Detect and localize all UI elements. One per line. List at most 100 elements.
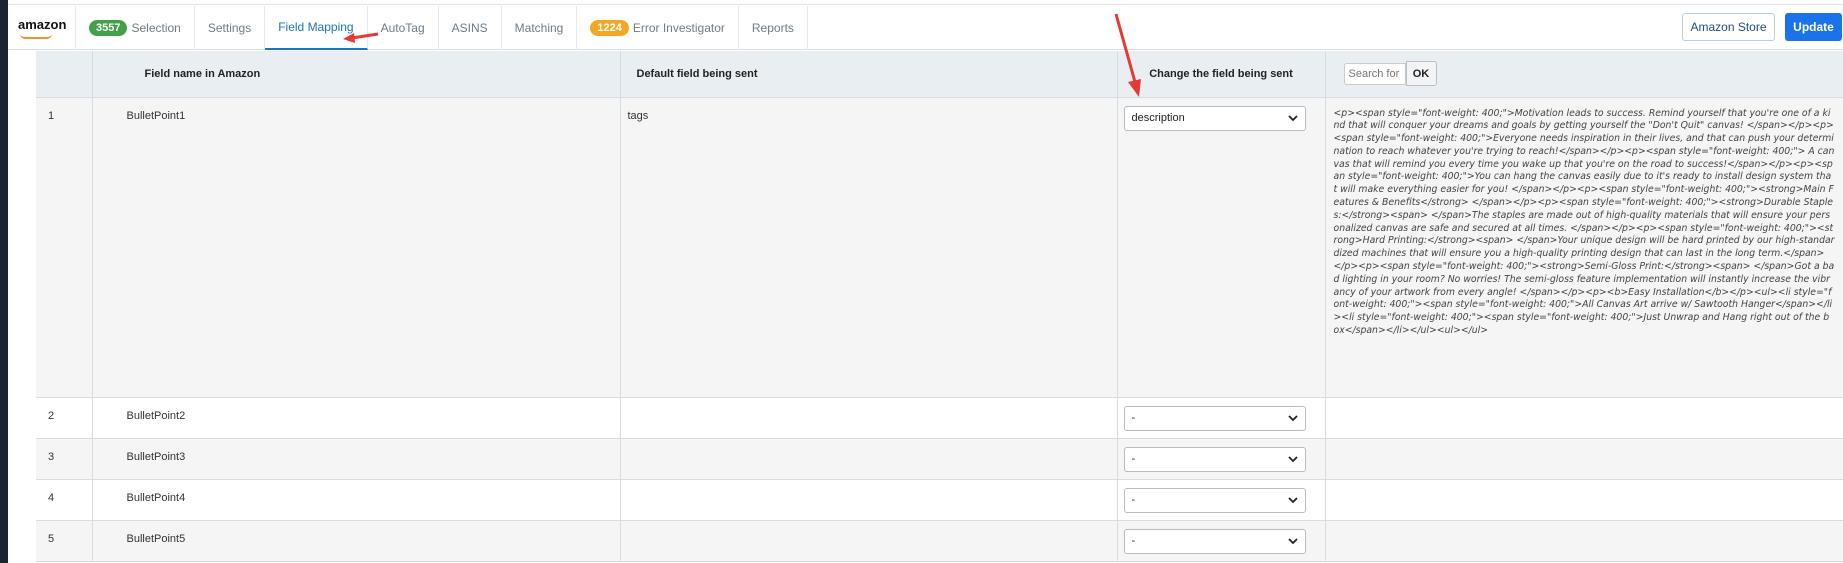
left-sidebar-strip	[0, 0, 8, 563]
tab-label: AutoTag	[380, 21, 425, 35]
search-box: OK	[1343, 61, 1831, 87]
search-ok-button[interactable]: OK	[1405, 61, 1437, 87]
default-field-cell	[620, 520, 1118, 562]
amazon-store-button[interactable]: Amazon Store	[1682, 13, 1775, 41]
chevron-down-icon	[1287, 456, 1298, 463]
row-index-text: 5	[48, 532, 55, 545]
field-name-cell: BulletPoint1	[92, 97, 621, 398]
table-row: 3 BulletPoint3 -	[36, 438, 1843, 480]
table-row: 4 BulletPoint4 -	[36, 479, 1843, 521]
logo-text: amazon	[18, 17, 67, 32]
preview-cell	[1325, 438, 1843, 480]
row-index: 1	[36, 97, 93, 398]
top-navigation: amazon 3557 Selection Settings Field Map…	[8, 6, 1843, 50]
field-name-text: BulletPoint3	[126, 450, 186, 463]
row-index: 2	[36, 397, 93, 439]
default-field-text	[628, 439, 1105, 451]
field-name-text: BulletPoint5	[126, 532, 186, 545]
change-field-cell: description	[1117, 97, 1326, 398]
row-index-text: 2	[48, 409, 55, 422]
tab-label: Matching	[514, 21, 564, 35]
tab-selection[interactable]: 3557 Selection	[75, 6, 195, 50]
field-preview-text	[1338, 480, 1831, 490]
table-row: 5 BulletPoint5 -	[36, 520, 1843, 562]
field-name-text: BulletPoint4	[126, 491, 186, 504]
change-field-select[interactable]: -	[1123, 487, 1306, 513]
row-index-text: 1	[48, 109, 55, 122]
tab-autotag[interactable]: AutoTag	[368, 6, 439, 50]
default-field-cell	[620, 397, 1118, 439]
chevron-down-icon	[1287, 538, 1298, 545]
tab-label: Reports	[751, 21, 794, 35]
select-value: -	[1131, 453, 1136, 465]
tab-label: Field Mapping	[278, 20, 354, 34]
tab-bar: 3557 Selection Settings Field Mapping Au…	[75, 6, 808, 50]
table-header-row: Field name in Amazon Default field being…	[36, 51, 1843, 98]
row-index: 5	[36, 520, 93, 562]
top-strip	[8, 0, 1843, 5]
field-name-cell: BulletPoint5	[92, 520, 621, 562]
change-field-cell: -	[1117, 479, 1326, 521]
tab-label: Selection	[131, 21, 181, 35]
change-field-select[interactable]: -	[1123, 405, 1306, 431]
update-button[interactable]: Update	[1785, 13, 1842, 41]
chevron-down-icon	[1287, 115, 1298, 122]
chevron-down-icon	[1287, 415, 1298, 422]
preview-cell: <p><span style="font-weight: 400;">Motiv…	[1325, 97, 1843, 398]
default-field-text	[628, 521, 1105, 533]
change-field-header: Change the field being sent	[1117, 51, 1326, 98]
change-field-select[interactable]: -	[1123, 528, 1306, 554]
amazon-logo[interactable]: amazon	[18, 17, 67, 39]
default-field-cell	[620, 438, 1118, 480]
row-index: 3	[36, 438, 93, 480]
tab-label: ASINS	[451, 21, 488, 35]
change-field-select[interactable]: description	[1123, 105, 1306, 131]
selection-count-badge: 3557	[89, 20, 128, 36]
tab-field-mapping[interactable]: Field Mapping	[265, 6, 368, 50]
tab-label: Settings	[207, 21, 252, 35]
field-name-cell: BulletPoint4	[92, 479, 621, 521]
row-index-text: 4	[48, 491, 55, 504]
field-name-header: Field name in Amazon	[92, 51, 621, 98]
row-index-text: 3	[48, 450, 55, 463]
select-value: -	[1131, 494, 1136, 506]
default-field-text	[628, 398, 1105, 410]
logo-smile-icon	[20, 34, 52, 39]
field-preview-text	[1338, 439, 1831, 449]
preview-cell	[1325, 479, 1843, 521]
field-name-cell: BulletPoint3	[92, 438, 621, 480]
default-field-cell: tags	[620, 97, 1118, 398]
tab-settings[interactable]: Settings	[195, 6, 266, 50]
field-preview-text	[1338, 521, 1831, 531]
field-name-cell: BulletPoint2	[92, 397, 621, 439]
row-index: 4	[36, 479, 93, 521]
field-mapping-table: Field name in Amazon Default field being…	[36, 51, 1843, 563]
tab-label: Error Investigator	[632, 21, 725, 35]
field-name-text: BulletPoint2	[126, 409, 186, 422]
change-field-select[interactable]: -	[1123, 446, 1306, 472]
select-value: description	[1131, 112, 1185, 124]
tab-asins[interactable]: ASINS	[439, 6, 502, 50]
search-input[interactable]	[1343, 62, 1406, 85]
chevron-down-icon	[1287, 497, 1298, 504]
default-field-cell	[620, 479, 1118, 521]
select-value: -	[1131, 535, 1136, 547]
change-field-cell: -	[1117, 520, 1326, 562]
tab-matching[interactable]: Matching	[502, 6, 578, 50]
field-preview-text: <p><span style="font-weight: 400;">Motiv…	[1333, 107, 1835, 337]
table-row: 1 BulletPoint1 tags description <p><span…	[36, 97, 1843, 398]
tab-error-investigator[interactable]: 1224 Error Investigator	[577, 6, 739, 50]
select-value: -	[1131, 412, 1136, 424]
search-header: OK	[1325, 51, 1843, 98]
change-field-cell: -	[1117, 397, 1326, 439]
tab-reports[interactable]: Reports	[739, 6, 808, 50]
default-field-header: Default field being sent	[620, 51, 1118, 98]
index-header	[36, 51, 93, 98]
default-field-text: tags	[627, 109, 649, 122]
preview-cell	[1325, 397, 1843, 439]
table-row: 2 BulletPoint2 -	[36, 397, 1843, 439]
change-field-cell: -	[1117, 438, 1326, 480]
error-count-badge: 1224	[590, 20, 629, 36]
preview-cell	[1325, 520, 1843, 562]
field-name-text: BulletPoint1	[126, 109, 186, 122]
